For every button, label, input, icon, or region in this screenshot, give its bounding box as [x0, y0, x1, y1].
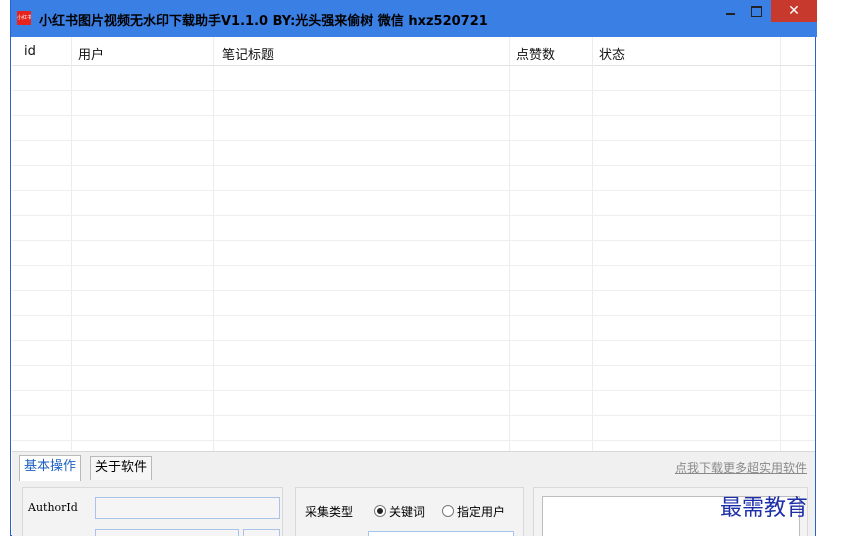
- specific-user-radio[interactable]: [442, 505, 454, 517]
- row-divider: [12, 365, 815, 366]
- row-divider: [12, 115, 815, 116]
- row-divider: [12, 265, 815, 266]
- maximize-button[interactable]: [742, 0, 770, 22]
- row-divider: [12, 240, 815, 241]
- app-icon: 小红书: [17, 11, 31, 25]
- table-header: id 用户 笔记标题 点赞数 状态: [12, 37, 815, 66]
- author-group: AuthorId: [22, 487, 283, 536]
- column-divider: [509, 37, 510, 451]
- column-header-likes[interactable]: 点赞数: [516, 44, 555, 63]
- tab-about-software[interactable]: 关于软件: [90, 456, 153, 480]
- column-header-title[interactable]: 笔记标题: [222, 44, 274, 63]
- secondary-input[interactable]: [95, 529, 239, 536]
- author-id-label: AuthorId: [28, 501, 78, 514]
- row-divider: [12, 215, 815, 216]
- app-window: 小红书 小红书图片视频无水印下载助手V1.1.0 BY:光头强来偷树 微信 hx…: [10, 0, 817, 536]
- column-header-id[interactable]: id: [24, 44, 36, 59]
- keyword-input[interactable]: [368, 531, 514, 536]
- row-divider: [12, 440, 815, 441]
- column-divider: [780, 37, 781, 451]
- row-divider: [12, 140, 815, 141]
- row-divider: [12, 315, 815, 316]
- tab-bar: 基本操作 关于软件 点我下载更多超实用软件: [12, 451, 815, 481]
- notes-table[interactable]: id 用户 笔记标题 点赞数 状态: [12, 37, 815, 451]
- keyword-radio-label[interactable]: 关键词: [389, 503, 425, 520]
- column-divider: [71, 37, 72, 451]
- row-divider: [12, 190, 815, 191]
- basic-operations-panel: AuthorId 采集类型 关键词 指定用户: [12, 481, 815, 536]
- close-icon: ✕: [788, 3, 800, 19]
- download-more-link[interactable]: 点我下载更多超实用软件: [675, 459, 807, 476]
- row-divider: [12, 165, 815, 166]
- small-button[interactable]: [243, 529, 280, 536]
- row-divider: [12, 290, 815, 291]
- tab-basic-operations[interactable]: 基本操作: [19, 455, 82, 481]
- collect-type-group: 采集类型 关键词 指定用户: [295, 487, 524, 536]
- row-divider: [12, 90, 815, 91]
- row-divider: [12, 415, 815, 416]
- watermark: 最需教育: [720, 496, 809, 521]
- row-divider: [12, 390, 815, 391]
- row-divider: [12, 340, 815, 341]
- window-title: 小红书图片视频无水印下载助手V1.1.0 BY:光头强来偷树 微信 hxz520…: [39, 14, 488, 29]
- keyword-radio[interactable]: [374, 505, 386, 517]
- close-button[interactable]: ✕: [771, 0, 817, 22]
- title-bar[interactable]: 小红书 小红书图片视频无水印下载助手V1.1.0 BY:光头强来偷树 微信 hx…: [11, 0, 817, 37]
- column-divider: [213, 37, 214, 451]
- column-divider: [592, 37, 593, 451]
- minimize-button[interactable]: [716, 0, 744, 22]
- author-id-input[interactable]: [95, 497, 280, 519]
- column-header-status[interactable]: 状态: [599, 44, 625, 63]
- collect-type-label: 采集类型: [305, 505, 354, 519]
- column-header-user[interactable]: 用户: [78, 44, 104, 63]
- specific-user-radio-label[interactable]: 指定用户: [457, 503, 505, 520]
